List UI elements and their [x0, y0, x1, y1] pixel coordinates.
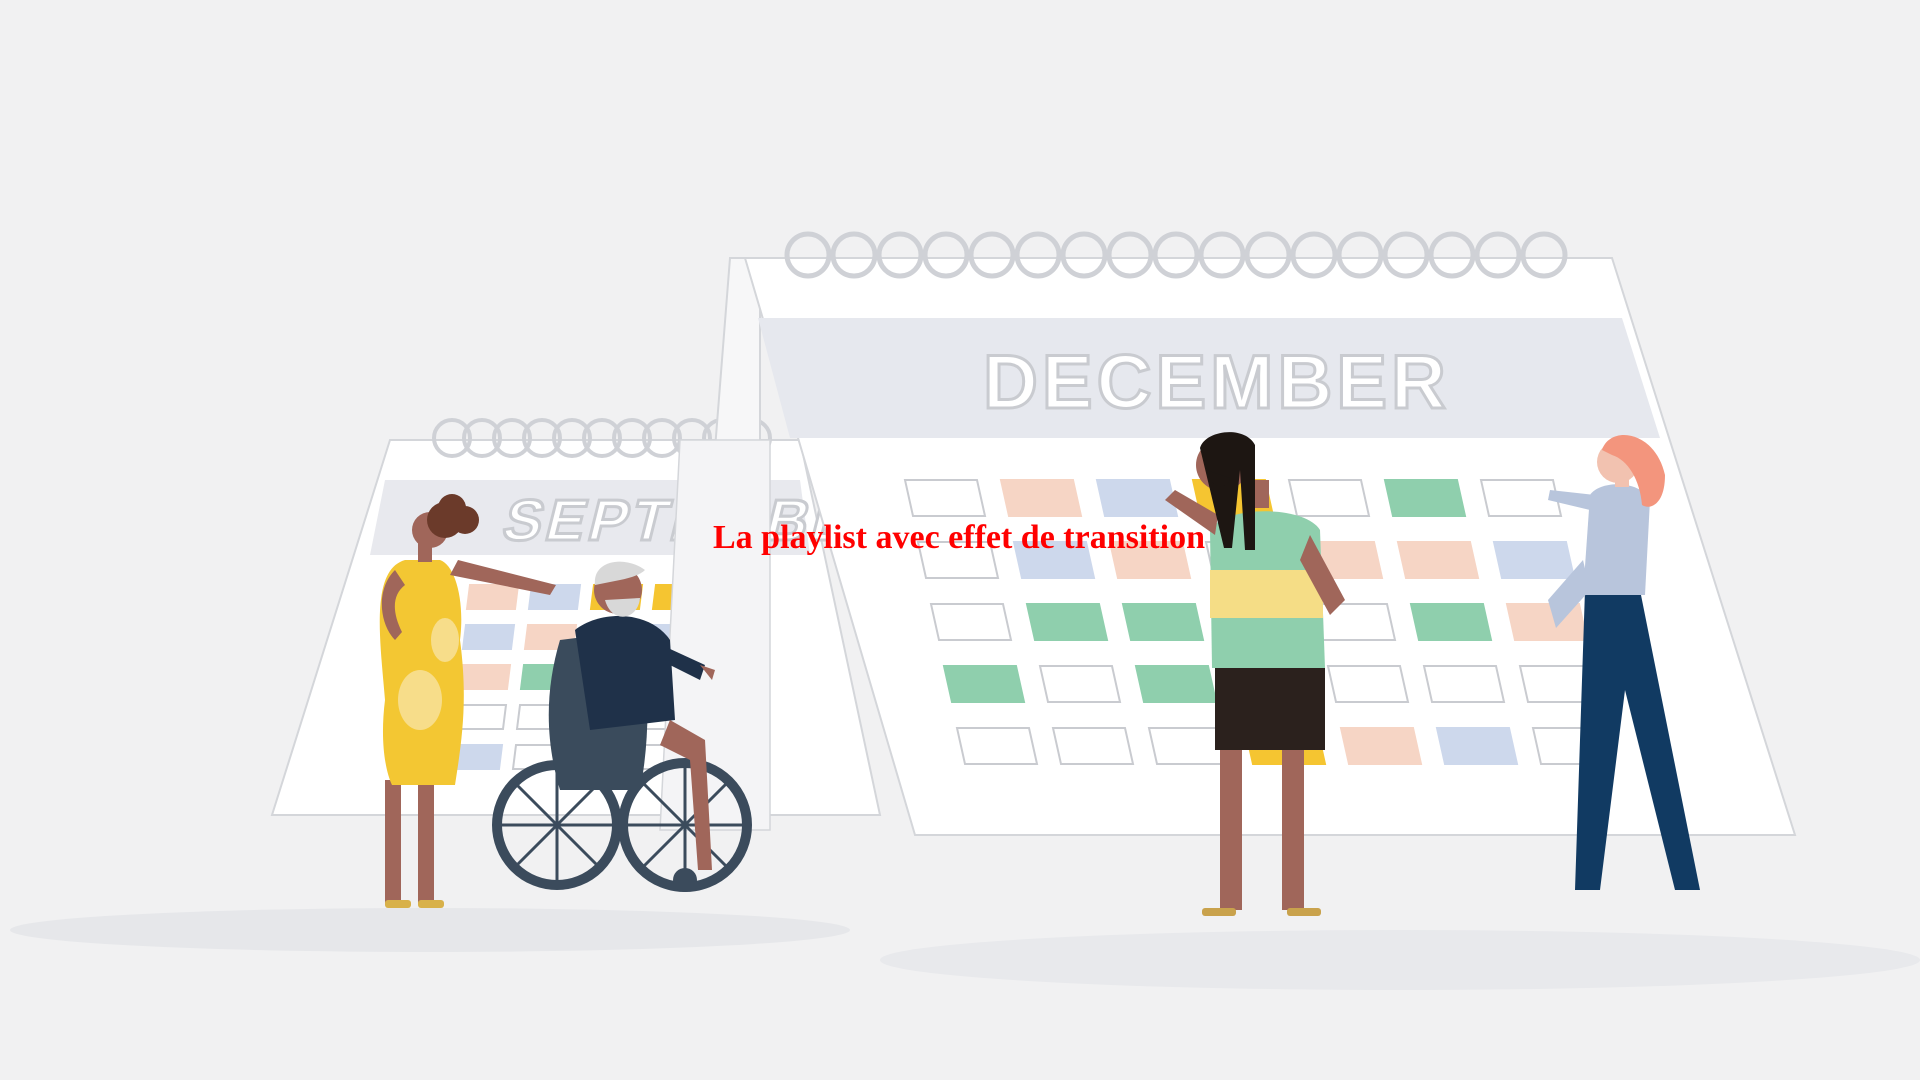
december-label: DECEMBER: [983, 340, 1450, 425]
day-cell: [1038, 665, 1122, 703]
video-frame: SEPTEMBER DECEMBER: [0, 0, 1920, 1080]
day-cell: [461, 624, 516, 650]
day-cell: [1287, 479, 1371, 517]
day-cell: [1422, 665, 1506, 703]
day-cell: [457, 664, 512, 690]
ground-shadow: [10, 908, 1920, 990]
day-cell: [1505, 603, 1589, 641]
caption-text: La playlist avec effet de transition: [713, 519, 1205, 556]
day-cell: [1435, 727, 1519, 765]
day-cell: [999, 479, 1083, 517]
day-cell: [942, 665, 1026, 703]
day-cell: [1025, 603, 1109, 641]
day-cell: [903, 479, 987, 517]
day-cell: [1134, 665, 1218, 703]
day-cell: [929, 603, 1013, 641]
video-caption: La playlist avec effet de transition: [0, 518, 1920, 559]
day-cell: [1121, 603, 1205, 641]
day-cell: [1326, 665, 1410, 703]
day-cell: [1339, 727, 1423, 765]
day-cell: [1409, 603, 1493, 641]
day-cell: [465, 584, 520, 610]
day-cell: [1383, 479, 1467, 517]
day-cell: [1051, 727, 1135, 765]
day-cell: [1095, 479, 1179, 517]
day-cell: [955, 727, 1039, 765]
